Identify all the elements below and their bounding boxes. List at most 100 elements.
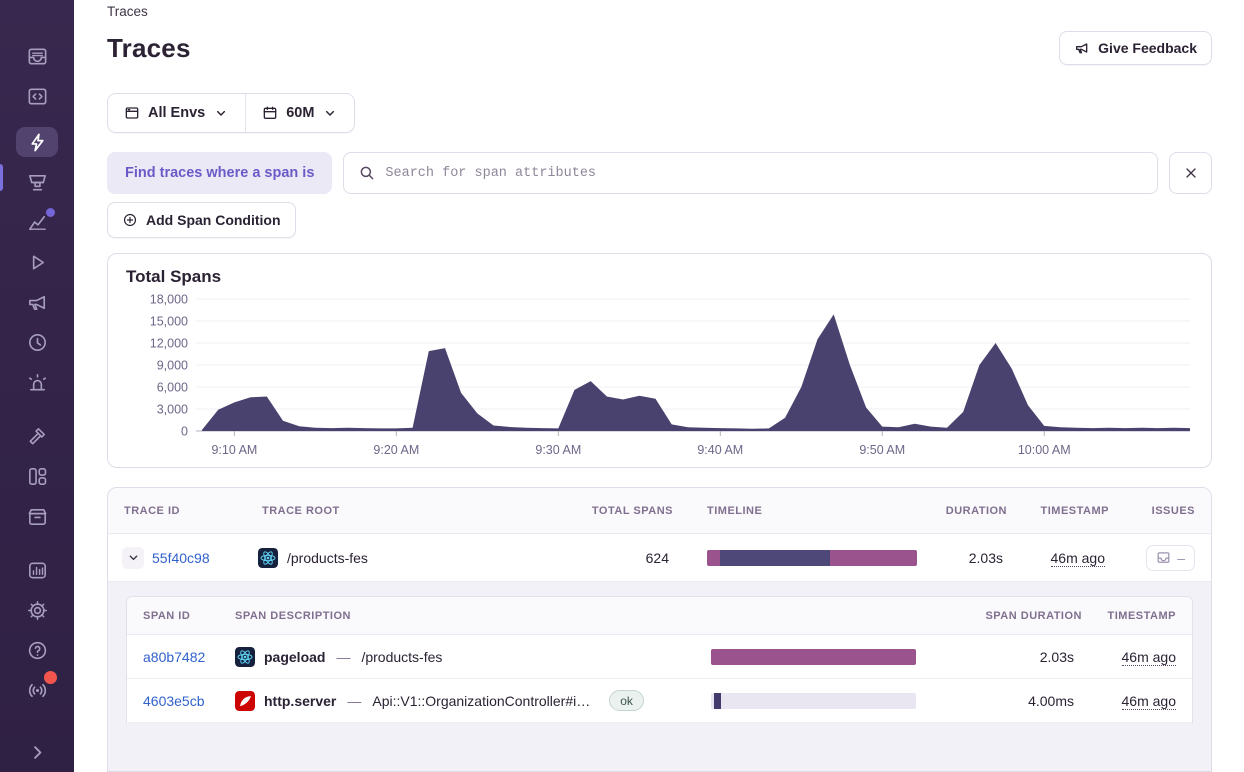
sidebar-item-alerts[interactable] [16, 367, 58, 397]
react-icon [235, 647, 255, 667]
close-icon [1183, 165, 1199, 181]
lightning-icon [26, 131, 49, 154]
col-span-timestamp: TIMESTAMP [1082, 610, 1192, 622]
sidebar-item-hammer[interactable] [16, 421, 58, 451]
gear-icon [26, 599, 49, 622]
sidebar-item-issues[interactable] [16, 41, 58, 71]
col-trace-root: TRACE ROOT [258, 505, 562, 517]
projector-icon [26, 171, 49, 194]
add-span-condition-button[interactable]: Add Span Condition [107, 202, 296, 238]
search-scope-chip: Find traces where a span is [107, 152, 332, 194]
search-scope-label: Find traces where a span is [125, 165, 314, 181]
sidebar-item-dashboards[interactable] [16, 461, 58, 491]
sidebar-item-settings[interactable] [16, 595, 58, 625]
trace-timeline-bar[interactable] [707, 550, 917, 566]
col-span-id: SPAN ID [127, 610, 235, 622]
sidebar-nav [0, 17, 74, 772]
react-icon [258, 548, 278, 568]
give-feedback-label: Give Feedback [1098, 40, 1197, 56]
total-spans-chart[interactable]: 03,0006,0009,00012,00015,00018,0009:10 A… [126, 289, 1195, 461]
active-nav-indicator [0, 164, 3, 191]
span-op: http.server [264, 693, 336, 709]
clear-search-button[interactable] [1169, 152, 1212, 194]
span-timestamp[interactable]: 46m ago [1122, 693, 1176, 710]
span-search-input[interactable] [385, 166, 1143, 181]
span-duration: 2.03s [920, 649, 1082, 665]
sidebar-item-archive[interactable] [16, 501, 58, 531]
time-range-filter[interactable]: 60M [246, 94, 354, 132]
col-issues: ISSUES [1113, 505, 1211, 517]
svg-text:6,000: 6,000 [157, 381, 188, 395]
svg-text:9:50 AM: 9:50 AM [859, 443, 905, 457]
svg-text:9:40 AM: 9:40 AM [697, 443, 743, 457]
col-timeline: TIMELINE [677, 505, 923, 517]
environment-filter[interactable]: All Envs [108, 94, 245, 132]
svg-text:9,000: 9,000 [157, 359, 188, 373]
add-span-condition-label: Add Span Condition [146, 212, 281, 228]
col-span-description: SPAN DESCRIPTION [235, 610, 705, 622]
megaphone-icon [26, 291, 49, 314]
span-description[interactable]: Api::V1::OrganizationController#i… [372, 693, 590, 709]
chevron-right-icon [26, 741, 49, 764]
sidebar-item-replays[interactable] [16, 247, 58, 277]
issues-icon [1156, 550, 1171, 565]
span-duration-bar-fill [714, 693, 721, 709]
chevron-down-icon [322, 105, 338, 121]
span-timestamp[interactable]: 46m ago [1122, 649, 1176, 666]
line-chart-icon [26, 211, 49, 234]
hammer-icon [26, 425, 49, 448]
trace-table-header: TRACE ID TRACE ROOT TOTAL SPANS TIMELINE… [108, 488, 1211, 534]
span-table-header: SPAN ID SPAN DESCRIPTION SPAN DURATION T… [127, 597, 1192, 635]
span-id-link[interactable]: 4603e5cb [143, 693, 205, 709]
svg-text:9:20 AM: 9:20 AM [373, 443, 419, 457]
chevron-down-icon [213, 105, 229, 121]
trace-total-spans: 624 [562, 550, 677, 566]
trace-issues-value: – [1177, 550, 1185, 566]
span-duration-bar[interactable] [711, 649, 916, 665]
sidebar-item-performance[interactable] [16, 167, 58, 197]
traces-page: Traces Traces Give Feedback All Envs [0, 0, 1244, 772]
col-span-duration: SPAN DURATION [920, 610, 1082, 622]
chevron-down-icon [127, 551, 140, 564]
span-duration-bar[interactable] [711, 693, 916, 709]
span-row: 4603e5cb http.server — Api::V1::Organiza… [127, 679, 1192, 723]
sidebar-item-projects[interactable] [16, 81, 58, 111]
dashboards-icon [26, 465, 49, 488]
give-feedback-button[interactable]: Give Feedback [1059, 31, 1212, 65]
breadcrumb[interactable]: Traces [107, 4, 1212, 19]
span-op: pageload [264, 649, 325, 665]
sidebar-item-broadcast[interactable] [16, 675, 58, 705]
page-filter-group: All Envs 60M [107, 93, 355, 133]
environment-filter-label: All Envs [148, 105, 205, 121]
siren-icon [26, 371, 49, 394]
trace-issues-button[interactable]: – [1146, 545, 1195, 571]
span-id-link[interactable]: a80b7482 [143, 649, 205, 665]
trace-id-link[interactable]: 55f40c98 [152, 550, 210, 566]
trace-table: TRACE ID TRACE ROOT TOTAL SPANS TIMELINE… [107, 487, 1212, 772]
span-separator: — [345, 693, 363, 709]
trace-expander-button[interactable] [122, 547, 144, 569]
col-total-spans: TOTAL SPANS [562, 505, 677, 517]
sidebar-item-stats[interactable] [16, 555, 58, 585]
broadcast-notification-dot [44, 671, 57, 684]
sidebar [0, 0, 74, 772]
sidebar-item-help[interactable] [16, 635, 58, 665]
span-table-section: SPAN ID SPAN DESCRIPTION SPAN DURATION T… [108, 582, 1211, 772]
sidebar-item-insights[interactable] [16, 207, 58, 237]
search-icon [358, 164, 376, 182]
span-description[interactable]: /products-fes [361, 649, 442, 665]
trace-timestamp[interactable]: 46m ago [1051, 550, 1105, 567]
page-title: Traces [107, 33, 191, 64]
sidebar-item-history[interactable] [16, 327, 58, 357]
clock-history-icon [26, 331, 49, 354]
megaphone-icon [1074, 40, 1090, 56]
archive-box-icon [26, 505, 49, 528]
span-separator: — [334, 649, 352, 665]
svg-text:9:10 AM: 9:10 AM [211, 443, 257, 457]
trace-root-label[interactable]: /products-fes [287, 550, 368, 566]
sidebar-item-explore[interactable] [16, 127, 58, 157]
sidebar-collapse-button[interactable] [16, 737, 58, 767]
sidebar-item-feedback[interactable] [16, 287, 58, 317]
svg-text:18,000: 18,000 [150, 293, 188, 307]
trace-row: 55f40c98 /products-fes 624 [108, 534, 1211, 582]
